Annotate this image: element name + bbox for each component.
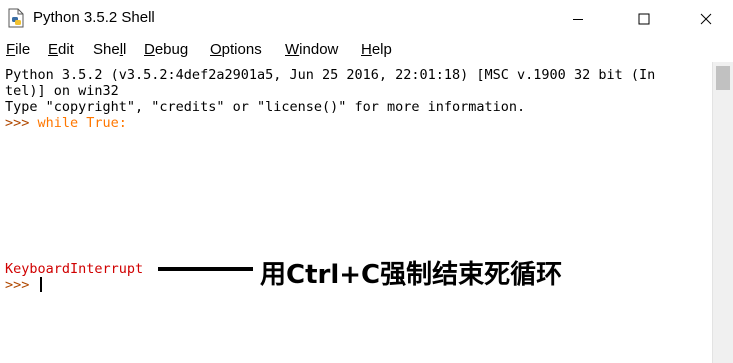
python-idle-icon bbox=[8, 8, 24, 28]
keyboard-interrupt-text: KeyboardInterrupt bbox=[5, 261, 144, 277]
window-title: Python 3.5.2 Shell bbox=[33, 9, 155, 26]
title-bar[interactable]: Python 3.5.2 Shell bbox=[0, 0, 733, 37]
banner-line: Type "copyright", "credits" or "license(… bbox=[5, 99, 526, 115]
minimize-button[interactable] bbox=[555, 0, 601, 37]
shell-prompt: >>> bbox=[5, 115, 38, 131]
close-icon bbox=[700, 13, 712, 24]
text-cursor bbox=[39, 277, 42, 292]
menu-help[interactable]: Help bbox=[361, 41, 392, 58]
maximize-icon bbox=[638, 13, 650, 24]
annotation-text: 用Ctrl+C强制结束死循环 bbox=[260, 260, 563, 290]
shell-text-area[interactable]: Python 3.5.2 (v3.5.2:4def2a2901a5, Jun 2… bbox=[0, 62, 712, 363]
banner-line: tel)] on win32 bbox=[5, 83, 119, 99]
menu-shell[interactable]: Shell bbox=[93, 41, 126, 58]
menu-debug[interactable]: Debug bbox=[144, 41, 188, 58]
scrollbar-thumb[interactable] bbox=[716, 66, 730, 90]
menu-bar: File Edit Shell Debug Options Window Hel… bbox=[0, 38, 733, 62]
menu-file[interactable]: File bbox=[6, 41, 30, 58]
menu-edit[interactable]: Edit bbox=[48, 41, 74, 58]
menu-window[interactable]: Window bbox=[285, 41, 338, 58]
minimize-icon bbox=[573, 18, 583, 20]
banner-line: Python 3.5.2 (v3.5.2:4def2a2901a5, Jun 2… bbox=[5, 67, 656, 83]
annotation-line bbox=[158, 267, 253, 271]
close-button[interactable] bbox=[683, 0, 729, 37]
menu-options[interactable]: Options bbox=[210, 41, 262, 58]
code-text: while True: bbox=[37, 115, 127, 131]
maximize-button[interactable] bbox=[621, 0, 667, 37]
shell-prompt: >>> bbox=[5, 277, 38, 293]
code-line: >>> while True: bbox=[5, 115, 127, 131]
vertical-scrollbar[interactable] bbox=[712, 62, 733, 363]
input-line[interactable]: >>> bbox=[5, 277, 42, 293]
